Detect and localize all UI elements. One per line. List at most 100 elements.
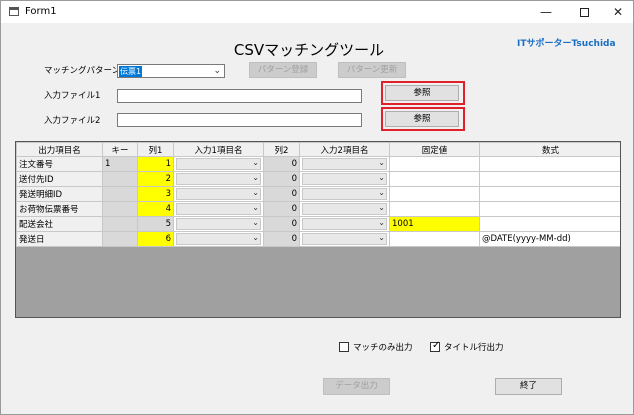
fixed-value-cell[interactable] [389,231,480,247]
fixed-value-cell[interactable] [389,156,480,172]
chevron-down-icon: ⌄ [378,233,385,242]
col2-cell[interactable]: 0 [263,156,300,172]
input2-select-box[interactable]: ⌄ [302,188,387,200]
output-item-name-cell[interactable]: 送付先ID [16,171,103,187]
output-item-name-cell[interactable]: お荷物伝票番号 [16,201,103,217]
key-cell[interactable] [102,171,138,187]
minimize-button[interactable]: — [529,1,563,23]
pattern-select[interactable]: 伝票1 ⌄ [117,64,225,78]
column-header[interactable]: 入力2項目名 [299,142,390,157]
input2-item-select[interactable]: ⌄ [299,186,390,202]
input2-item-select[interactable]: ⌄ [299,171,390,187]
input1-item-select[interactable]: ⌄ [173,201,264,217]
table-row[interactable]: 送付先ID 2 ⌄ 0 ⌄ [16,171,620,187]
col1-cell[interactable]: 6 [137,231,174,247]
output-item-name-cell[interactable]: 注文番号 [16,156,103,172]
input1-select-box[interactable]: ⌄ [176,233,261,245]
table-row[interactable]: お荷物伝票番号 4 ⌄ 0 ⌄ [16,201,620,217]
app-icon [9,7,19,16]
export-button[interactable]: データ出力 [323,378,390,395]
maximize-button[interactable] [567,1,601,23]
table-row[interactable]: 注文番号 1 1 ⌄ 0 ⌄ [16,156,620,172]
input1-item-select[interactable]: ⌄ [173,216,264,232]
file2-label: 入力ファイル2 [44,116,101,126]
input1-item-select[interactable]: ⌄ [173,186,264,202]
formula-cell[interactable] [479,201,620,217]
fixed-value-cell[interactable]: 1001 [389,216,480,232]
file1-input[interactable] [117,89,362,103]
key-cell[interactable] [102,216,138,232]
formula-cell[interactable] [479,216,620,232]
table-row[interactable]: 発送日 6 ⌄ 0 ⌄ @DATE(yyyy-MM-dd) [16,231,620,247]
chevron-down-icon: ⌄ [252,188,259,197]
column-header[interactable]: 入力1項目名 [173,142,264,157]
output-item-name-cell[interactable]: 発送明細ID [16,186,103,202]
title-row-checkbox[interactable]: ✓ タイトル行出力 [430,340,504,353]
input2-select-box[interactable]: ⌄ [302,218,387,230]
col1-cell[interactable]: 4 [137,201,174,217]
file2-input[interactable] [117,113,362,127]
table-row[interactable]: 発送明細ID 3 ⌄ 0 ⌄ [16,186,620,202]
close-button[interactable]: ✕ [601,1,634,23]
column-header[interactable]: 固定値 [389,142,480,157]
column-header[interactable]: キー [102,142,138,157]
title-bar: Form1 — ✕ [1,1,633,23]
formula-cell[interactable] [479,156,620,172]
col1-cell[interactable]: 5 [137,216,174,232]
fixed-value-cell[interactable] [389,201,480,217]
input1-select-box[interactable]: ⌄ [176,203,261,215]
input2-item-select[interactable]: ⌄ [299,156,390,172]
input1-select-box[interactable]: ⌄ [176,218,261,230]
file2-browse-button[interactable]: 参照 [385,111,459,127]
mapping-grid[interactable]: 出力項目名 キー 列1 入力1項目名 列2 入力2項目名 固定値 数式 注文番号… [15,141,621,318]
input2-select-box[interactable]: ⌄ [302,203,387,215]
page-title: CSVマッチングツール [233,41,385,59]
input1-select-box[interactable]: ⌄ [176,158,261,170]
column-header[interactable]: 数式 [479,142,620,157]
input1-item-select[interactable]: ⌄ [173,156,264,172]
fixed-value-cell[interactable] [389,186,480,202]
match-only-checkbox[interactable]: マッチのみ出力 [339,341,413,353]
column-header[interactable]: 列2 [263,142,300,157]
key-cell[interactable]: 1 [102,156,138,172]
output-item-name-cell[interactable]: 配送会社 [16,216,103,232]
input2-item-select[interactable]: ⌄ [299,201,390,217]
input2-item-select[interactable]: ⌄ [299,231,390,247]
column-header[interactable]: 列1 [137,142,174,157]
col1-cell[interactable]: 2 [137,171,174,187]
pattern-register-button[interactable]: パターン登録 [249,62,317,78]
exit-button[interactable]: 終了 [495,378,562,395]
fixed-value-cell[interactable] [389,171,480,187]
pattern-update-button[interactable]: パターン更新 [338,62,406,78]
col2-cell[interactable]: 0 [263,231,300,247]
input2-select-box[interactable]: ⌄ [302,233,387,245]
input1-item-select[interactable]: ⌄ [173,231,264,247]
col2-cell[interactable]: 0 [263,171,300,187]
chevron-down-icon: ⌄ [252,233,259,242]
input2-select-box[interactable]: ⌄ [302,158,387,170]
key-cell[interactable] [102,231,138,247]
input1-select-box[interactable]: ⌄ [176,173,261,185]
col1-cell[interactable]: 1 [137,156,174,172]
key-cell[interactable] [102,186,138,202]
formula-cell[interactable] [479,171,620,187]
chevron-down-icon: ⌄ [378,188,385,197]
col2-cell[interactable]: 0 [263,216,300,232]
input2-select-box[interactable]: ⌄ [302,173,387,185]
col1-cell[interactable]: 3 [137,186,174,202]
input1-select-box[interactable]: ⌄ [176,188,261,200]
formula-cell[interactable]: @DATE(yyyy-MM-dd) [479,231,620,247]
file1-browse-button[interactable]: 参照 [385,85,459,101]
table-row[interactable]: 配送会社 5 ⌄ 0 ⌄ 1001 [16,216,620,232]
input1-item-select[interactable]: ⌄ [173,171,264,187]
key-cell[interactable] [102,201,138,217]
col2-cell[interactable]: 0 [263,201,300,217]
checkbox-box: ✓ [430,340,441,352]
chevron-down-icon: ⌄ [252,218,259,227]
col2-cell[interactable]: 0 [263,186,300,202]
input2-item-select[interactable]: ⌄ [299,216,390,232]
output-item-name-cell[interactable]: 発送日 [16,231,103,247]
file1-label: 入力ファイル1 [44,91,101,101]
formula-cell[interactable] [479,186,620,202]
column-header[interactable]: 出力項目名 [16,142,103,157]
